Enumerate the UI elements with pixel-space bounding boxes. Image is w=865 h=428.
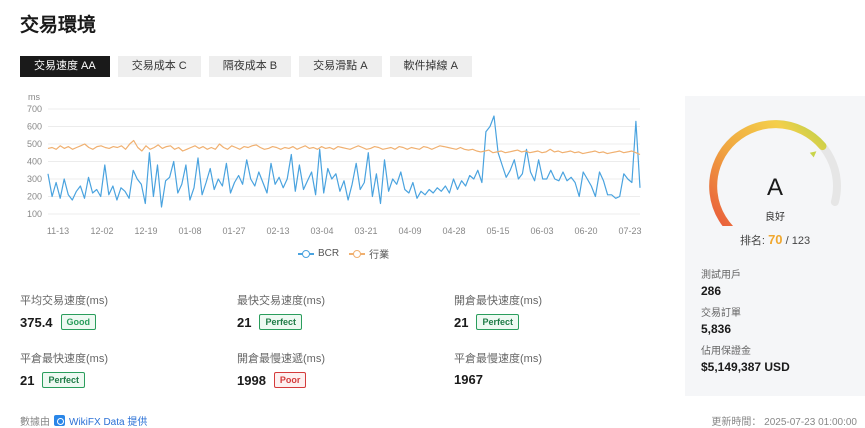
x-tick-label: 03-04: [310, 226, 333, 236]
rank-value: 70: [768, 232, 783, 247]
y-tick-label: 200: [27, 192, 42, 202]
y-tick-label: 500: [27, 139, 42, 149]
stat-row: 21 Perfect: [237, 314, 437, 330]
speed-chart: ms 100 200 300 400 500 600 700 11-13 12-02 12-19 01…: [20, 90, 665, 265]
x-tick-label: 04-28: [442, 226, 465, 236]
data-source-prefix: 數據由: [20, 417, 50, 428]
stat-label: 平均交易速度(ms): [20, 295, 108, 307]
y-tick-label: 300: [27, 174, 42, 184]
update-time: 更新時間： 2025-07-23 01:00:00: [711, 417, 857, 428]
info-label: 交易訂單: [701, 308, 741, 319]
info-label: 測試用戶: [701, 270, 741, 281]
rating-panel: A 良好 排名: 70 / 123 測試用戶 286 交易訂單 5,836 佔用保證金 $…: [685, 96, 865, 396]
info-value: $5,149,387 USD: [701, 360, 790, 374]
x-tick-label: 03-21: [354, 226, 377, 236]
tab-0[interactable]: 交易速度 AA: [20, 56, 110, 77]
wikifx-logo-icon: [54, 415, 65, 426]
chart-legend: BCR 行業: [298, 246, 399, 261]
x-tick-label: 06-20: [574, 226, 597, 236]
rank-total: / 123: [785, 235, 811, 247]
legend-label: 行業: [369, 250, 390, 261]
y-tick-label: 600: [27, 122, 42, 132]
tab-3[interactable]: 交易滑點 A: [299, 56, 382, 77]
wikifx-data-link[interactable]: WikiFX Data 提供: [69, 413, 147, 428]
grade-text: 良好: [765, 212, 785, 223]
stat-row: 21 Perfect: [454, 314, 654, 330]
stat-value: 1967: [454, 372, 483, 387]
grade-letter: A: [766, 174, 783, 201]
stat-label: 開倉最快速度(ms): [454, 295, 542, 307]
rank: 排名: 70 / 123: [685, 232, 865, 248]
stat-row: 21 Perfect: [20, 372, 220, 388]
stat-label: 平倉最快速度(ms): [20, 353, 108, 365]
y-tick-label: 700: [27, 104, 42, 114]
stat-row: 375.4 Good: [20, 314, 220, 330]
rank-label: 排名:: [739, 235, 765, 247]
y-tick-label: 400: [27, 157, 42, 167]
stat-value: 21: [20, 372, 35, 388]
stat-value: 21: [454, 314, 469, 330]
stat-item: 開倉最慢速遞(ms) 1998 Poor: [237, 350, 437, 388]
line-chart: ms 100 200 300 400 500 600 700 11-13 12-02 12-19 01…: [27, 92, 642, 236]
x-tick-label: 05-15: [486, 226, 509, 236]
rating-badge: Perfect: [476, 314, 519, 330]
tab-1[interactable]: 交易成本 C: [117, 56, 201, 77]
rating-badge: Poor: [273, 372, 307, 388]
stat-label: 開倉最慢速遞(ms): [237, 353, 325, 365]
stat-item: 開倉最快速度(ms) 21 Perfect: [454, 292, 654, 330]
stat-row: 1967: [454, 372, 654, 387]
stat-item: 平均交易速度(ms) 375.4 Good: [20, 292, 220, 330]
x-tick-label: 11-13: [47, 226, 69, 236]
tab-2[interactable]: 隔夜成本 B: [208, 56, 292, 77]
stat-value: 1998: [237, 372, 266, 388]
x-tick-label: 12-02: [90, 226, 113, 236]
info-label: 佔用保證金: [701, 346, 751, 357]
legend-swatch-icon: [349, 249, 366, 258]
rating-badge: Good: [60, 314, 97, 330]
stat-value: 375.4: [20, 314, 53, 330]
y-tick-label: 100: [27, 209, 42, 219]
rating-badge: Perfect: [259, 314, 302, 330]
x-tick-label: 01-27: [222, 226, 245, 236]
info-list: 測試用戶 286 交易訂單 5,836 佔用保證金 $5,149,387 USD: [701, 262, 790, 380]
stat-row: 1998 Poor: [237, 372, 437, 388]
stat-value: 21: [237, 314, 252, 330]
stat-item: 最快交易速度(ms) 21 Perfect: [237, 292, 437, 330]
data-source: 數據由 WikiFX Data 提供: [20, 413, 147, 428]
x-tick-label: 02-13: [266, 226, 289, 236]
x-tick-label: 07-23: [618, 226, 641, 236]
stat-label: 最快交易速度(ms): [237, 295, 325, 307]
stat-item: 平倉最快速度(ms) 21 Perfect: [20, 350, 220, 388]
x-tick-label: 04-09: [398, 226, 421, 236]
y-axis-unit: ms: [28, 92, 40, 102]
info-value: 286: [701, 284, 722, 298]
x-tick-label: 06-03: [530, 226, 553, 236]
metric-tabs: 交易速度 AA 交易成本 C 隔夜成本 B 交易滑點 A 軟件掉線 A: [20, 56, 480, 77]
stat-item: 平倉最慢速度(ms) 1967: [454, 350, 654, 387]
x-tick-label: 12-19: [134, 226, 157, 236]
tab-4[interactable]: 軟件掉線 A: [389, 56, 472, 77]
gauge-pointer-icon: [809, 151, 817, 158]
info-value: 5,836: [701, 322, 732, 336]
rating-gauge: [709, 120, 841, 226]
rating-badge: Perfect: [42, 372, 85, 388]
legend-label: BCR: [318, 248, 340, 259]
legend-item[interactable]: 行業: [349, 246, 389, 261]
series-line-1: [47, 139, 641, 156]
legend-swatch-icon: [298, 249, 314, 258]
stat-label: 平倉最慢速度(ms): [454, 353, 542, 365]
x-tick-label: 01-08: [178, 226, 201, 236]
page-title: 交易環境: [20, 15, 97, 36]
legend-item[interactable]: BCR: [298, 248, 339, 259]
